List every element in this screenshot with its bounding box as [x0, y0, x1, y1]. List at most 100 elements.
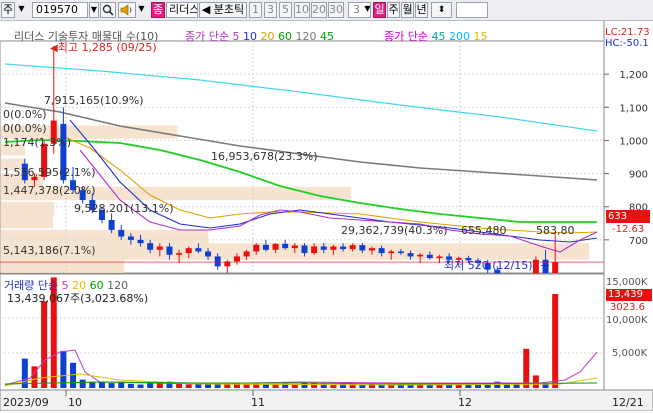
- speaker-dropdown-icon[interactable]: ▼: [137, 2, 146, 18]
- interval-10-button[interactable]: 10: [294, 2, 310, 18]
- profile-annotation: 0(0.0%): [3, 108, 47, 121]
- volume-value-label: 13,439,067주(3,023.68%): [7, 290, 148, 306]
- ma-legend-title: 종가 단순: [185, 30, 229, 43]
- volume-bar: [214, 384, 221, 388]
- ma-legend: 종가 단순 5 10 20 60 120 45: [185, 28, 334, 44]
- volume-profile-bar: [1, 215, 53, 229]
- x-axis-text: 12: [458, 396, 472, 409]
- volume-bar: [137, 384, 144, 388]
- interval-label: 1: [252, 3, 259, 16]
- price-tick-label: 1,100: [619, 103, 648, 114]
- interval-30-button[interactable]: 30: [328, 2, 344, 18]
- volume-value-text: 13,439,067주(3,023.68%): [7, 292, 149, 305]
- low-label: 최저 520 (12/15): [444, 259, 533, 272]
- ma2-legend-45: 45: [431, 30, 446, 43]
- annotation-text: 16,953,678(23.3%): [211, 150, 318, 163]
- candle-up: [417, 254, 424, 257]
- favorite-badge-label: 종: [152, 3, 164, 16]
- lc-label-text: LC:21.73: [605, 27, 650, 38]
- interval-label: 5: [282, 3, 289, 16]
- volume-bar: [108, 383, 115, 388]
- high-marker: ◀최고 1,285 (09/25): [50, 39, 157, 55]
- stock-name: 리더스: [169, 3, 198, 16]
- interval-1-button[interactable]: 1: [249, 2, 262, 18]
- volume-profile-bar: [1, 201, 55, 215]
- chart-toolbar: 주 ▼ 019570 ▼ ▼ 종 리더스 ◀ 분초틱 1 3 5 10 20 3…: [0, 0, 653, 21]
- x-axis-label: 11: [251, 396, 265, 409]
- profile-annotation: 0(0.0%): [3, 122, 47, 135]
- stock-chart[interactable]: 1,2001,1001,000900800700: [0, 21, 653, 412]
- candle-up: [272, 243, 279, 250]
- ma-legend-10: 10: [242, 30, 257, 43]
- interval-5-button[interactable]: 5: [279, 2, 292, 18]
- interval-20-button[interactable]: 20: [311, 2, 327, 18]
- candle-down: [407, 253, 414, 257]
- period-input[interactable]: [456, 2, 488, 18]
- price-tick-label: 1,000: [619, 136, 648, 147]
- x-axis-label: 12/21: [612, 396, 644, 409]
- interval-select-value: 3: [353, 3, 360, 16]
- candle-up: [243, 251, 250, 257]
- price-tick-label: 1,200: [619, 70, 648, 81]
- annotation-text: 583,80: [536, 224, 575, 237]
- annotation-text: 1,174(1.3%): [3, 136, 72, 149]
- market-dropdown-icon[interactable]: ▼: [17, 2, 26, 18]
- speaker-icon[interactable]: [118, 2, 136, 18]
- candle-down: [301, 245, 308, 254]
- lc-label: LC:21.73: [605, 27, 650, 38]
- profile-annotation: 583,80: [536, 224, 575, 237]
- interval-label: 20: [312, 3, 326, 16]
- stock-name-field: 리더스: [166, 2, 198, 18]
- annotation-text: 1,536,595(2.1%): [3, 166, 96, 179]
- interval-dropdown-icon[interactable]: ▼: [363, 2, 372, 18]
- volume-tick-label: 15,000K: [606, 277, 648, 288]
- x-axis-label: 12: [458, 396, 472, 409]
- code-dropdown-icon[interactable]: ▼: [89, 2, 99, 18]
- ma-legend-120: 120: [295, 30, 317, 43]
- current-price: 633: [608, 211, 628, 222]
- code-input[interactable]: 019570: [32, 2, 88, 18]
- favorite-badge[interactable]: 종: [151, 2, 165, 18]
- candle-down: [378, 248, 385, 254]
- volume-profile-bar: [1, 229, 209, 244]
- candle-up: [253, 244, 260, 252]
- candle-up: [552, 262, 559, 273]
- candle-down: [118, 229, 125, 237]
- period-label: 일: [374, 3, 385, 16]
- period-year-button[interactable]: 년: [415, 2, 428, 18]
- candle-down: [108, 219, 115, 230]
- period-week-button[interactable]: 주: [387, 2, 400, 18]
- candle-down: [195, 248, 202, 252]
- candle-down: [127, 236, 134, 240]
- candle-up: [185, 248, 192, 254]
- change-percent-text: -12.63: [612, 224, 645, 235]
- market-select[interactable]: 주: [1, 2, 15, 18]
- period-spin-icon[interactable]: ⬍: [431, 2, 452, 18]
- search-icon[interactable]: [100, 2, 116, 18]
- volume-bar: [79, 379, 86, 388]
- candle-up: [176, 253, 183, 255]
- tick-button[interactable]: ◀ 분초틱: [199, 2, 247, 18]
- period-day-button[interactable]: 일: [373, 2, 386, 18]
- annotation-text: 5,143,186(7.1%): [3, 244, 96, 257]
- candle-down: [340, 246, 347, 250]
- change-percent: -12.63: [612, 224, 644, 235]
- candle-down: [137, 239, 144, 244]
- interval-3-button[interactable]: 3: [264, 2, 277, 18]
- period-month-button[interactable]: 월: [401, 2, 414, 18]
- annotation-text: 9,528,201(13.1%): [74, 202, 174, 215]
- volume-bar: [552, 293, 559, 388]
- current-volume-badge: 13,439: [606, 289, 652, 301]
- volume-bar: [475, 384, 482, 388]
- interval-label: 10: [295, 3, 309, 16]
- candle-up: [330, 246, 337, 250]
- volume-ratio: 3023.6: [610, 302, 645, 313]
- high-label: 최고 1,285 (09/25): [57, 41, 157, 54]
- x-axis-text: 11: [251, 396, 265, 409]
- annotation-text: 655,480: [461, 224, 507, 237]
- profile-annotation: 29,362,739(40.3%): [341, 224, 448, 237]
- x-axis-label: 2023/09: [3, 396, 49, 409]
- market-label: 주: [2, 3, 14, 16]
- code-value: 019570: [36, 3, 78, 16]
- low-marker: 최저 520 (12/15) →: [444, 257, 550, 273]
